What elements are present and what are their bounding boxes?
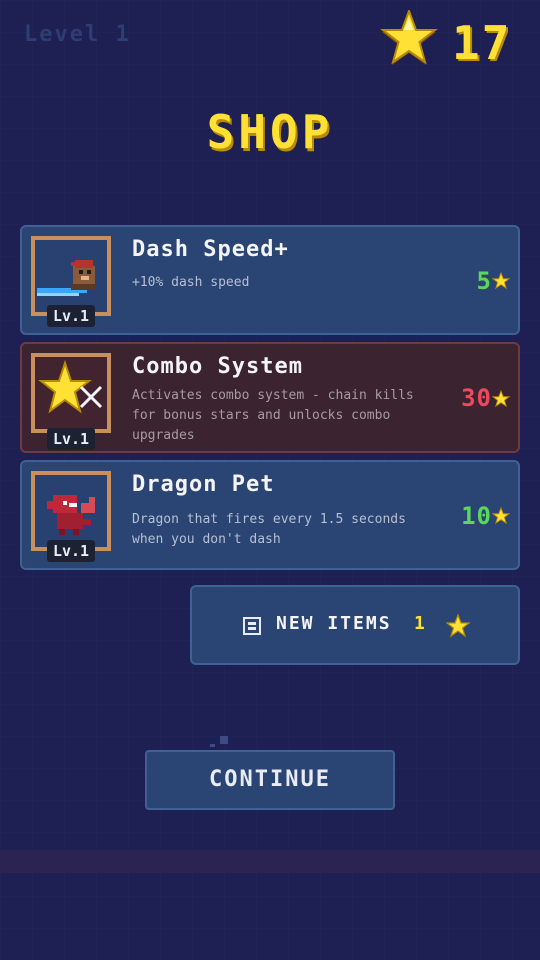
star-icon bbox=[380, 10, 438, 65]
star-count: 17 bbox=[452, 16, 512, 70]
item-icon-frame bbox=[31, 236, 111, 316]
item-level-badge: Lv.1 bbox=[47, 305, 95, 327]
new-items-cost: 1 bbox=[414, 613, 425, 634]
item-description: Activates combo system - chain kills for… bbox=[132, 388, 414, 443]
item-name: Dash Speed+ bbox=[132, 237, 289, 262]
item-icon-frame bbox=[31, 471, 111, 551]
shop-item-dragon-pet[interactable]: Lv.1 Dragon Pet Dragon that fires every … bbox=[20, 460, 520, 570]
new-items-button[interactable]: NEW ITEMS 1 bbox=[190, 585, 520, 665]
star-counter: 17 bbox=[378, 10, 538, 80]
star-icon bbox=[446, 614, 470, 638]
item-description: +10% dash speed bbox=[132, 275, 250, 290]
dash-character-icon bbox=[37, 260, 95, 296]
star-icon bbox=[492, 272, 510, 290]
refresh-box-icon bbox=[243, 617, 261, 635]
item-description: Dragon that fires every 1.5 seconds when… bbox=[132, 512, 406, 547]
ground-strip bbox=[0, 850, 540, 873]
star-icon bbox=[492, 507, 510, 525]
item-icon-frame bbox=[31, 353, 111, 433]
item-price: 5 bbox=[476, 267, 492, 295]
item-level-badge: Lv.1 bbox=[47, 540, 95, 562]
debris-decoration bbox=[210, 736, 228, 747]
combo-star-icon bbox=[38, 359, 103, 414]
item-level-badge: Lv.1 bbox=[47, 428, 95, 450]
item-price: 10 bbox=[461, 502, 492, 530]
item-price: 30 bbox=[461, 384, 492, 412]
level-label: Level 1 bbox=[24, 22, 131, 47]
item-name: Dragon Pet bbox=[132, 472, 275, 497]
shop-title: SHOP bbox=[206, 105, 334, 159]
star-icon bbox=[492, 390, 510, 408]
shop-item-combo-system[interactable]: Lv.1 Combo System Activates combo system… bbox=[20, 342, 520, 453]
new-items-label: NEW ITEMS bbox=[276, 613, 392, 634]
continue-button[interactable]: CONTINUE bbox=[145, 750, 395, 810]
item-name: Combo System bbox=[132, 354, 303, 379]
dragon-icon bbox=[47, 495, 95, 535]
shop-item-dash-speed[interactable]: Lv.1 Dash Speed+ +10% dash speed 5 bbox=[20, 225, 520, 335]
